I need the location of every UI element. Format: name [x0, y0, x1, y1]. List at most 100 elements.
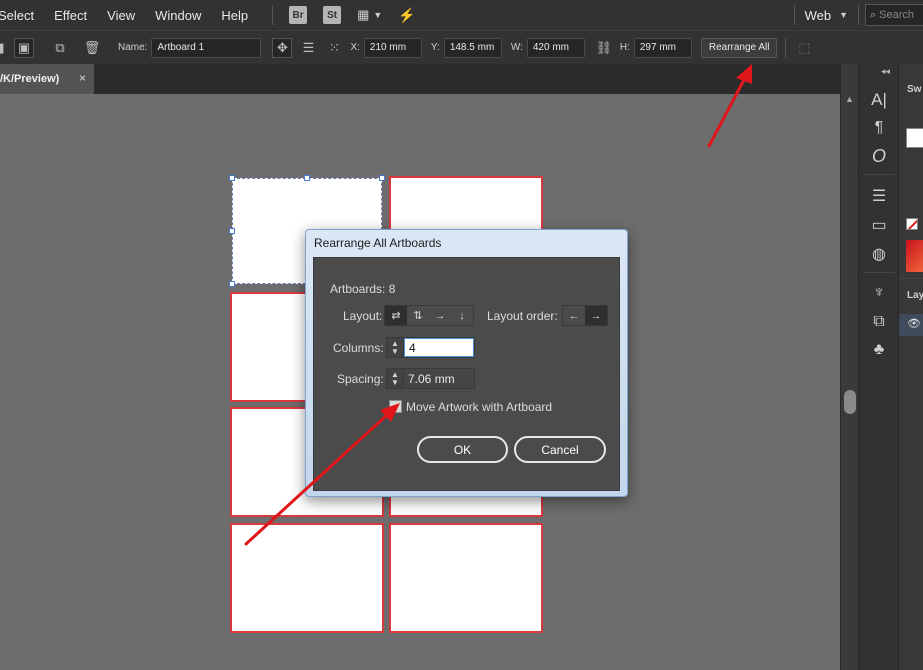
move-artwork-label[interactable]: Move Artwork with Artboard — [406, 400, 552, 414]
character-panel-icon[interactable]: A| — [867, 89, 891, 111]
grid-by-row-icon[interactable]: ⇄ — [385, 306, 407, 325]
stepper-arrows-icon[interactable]: ▲ ▼ — [387, 338, 404, 357]
ok-button[interactable]: OK — [417, 436, 508, 463]
selection-handle[interactable] — [229, 281, 235, 287]
layer-row[interactable]: 👁 — [899, 314, 923, 336]
grid-by-column-icon[interactable]: ⇅ — [407, 306, 429, 325]
swatches-tab[interactable]: Sw — [907, 84, 921, 95]
arrange-by-column-icon[interactable]: ↓ — [451, 306, 473, 325]
transparency-panel-icon[interactable]: ◍ — [867, 243, 891, 265]
artboard-name-field[interactable]: Artboard 1 — [151, 37, 262, 58]
selection-handle[interactable] — [229, 175, 235, 181]
selection-handle[interactable] — [304, 175, 310, 181]
name-label: Name: — [118, 42, 148, 53]
menu-separator — [793, 5, 795, 25]
control-separator — [785, 37, 787, 58]
opentype-panel-icon[interactable]: O — [867, 145, 891, 167]
document-tab[interactable]: /K/Preview) × — [0, 64, 94, 94]
artboard-8[interactable] — [389, 523, 543, 633]
control-bar: ▮ ▣ ⧉ 🗑 Name: Artboard 1 ✥ ☰ ⁙ X: 210 mm… — [0, 30, 923, 64]
y-field[interactable]: 148.5 mm — [443, 37, 502, 58]
menu-window[interactable]: Window — [155, 8, 201, 23]
gradient-swatch[interactable] — [906, 240, 923, 272]
artboard-preset-icon[interactable]: ▮ — [0, 38, 8, 58]
x-label: X: — [350, 42, 360, 53]
arrow-left-icon[interactable]: ← — [563, 306, 585, 325]
symbols-panel-icon[interactable]: ⧉ — [867, 311, 891, 333]
close-icon[interactable]: × — [79, 71, 86, 85]
menu-select[interactable]: Select — [0, 8, 34, 23]
panel-separator — [899, 278, 923, 279]
cancel-button[interactable]: Cancel — [514, 436, 606, 463]
search-icon: ⌕ — [870, 8, 877, 21]
columns-label: Columns: — [333, 341, 384, 355]
panel-separator — [863, 272, 895, 273]
search-input[interactable]: ⌕ Search — [865, 4, 923, 26]
columns-stepper[interactable]: ▲ ▼ 4 — [386, 337, 475, 358]
menu-effect[interactable]: Effect — [54, 8, 87, 23]
rearrange-all-button[interactable]: Rearrange All — [700, 37, 778, 58]
w-label: W: — [510, 42, 523, 53]
spacing-input[interactable]: 7.06 mm — [404, 369, 474, 388]
swatches-panel: Sw Lay 👁 — [898, 64, 923, 670]
menu-bar: Select Effect View Window Help Br St ▦ ▼… — [0, 0, 923, 30]
menu-view[interactable]: View — [107, 8, 135, 23]
layout-order-options: ← → — [562, 305, 608, 326]
columns-input[interactable]: 4 — [404, 338, 474, 357]
layers-tab[interactable]: Lay — [907, 290, 923, 301]
gradient-panel-icon[interactable]: ▭ — [867, 214, 891, 236]
spacing-stepper[interactable]: ▲ ▼ 7.06 mm — [386, 368, 475, 389]
y-label: Y: — [430, 42, 440, 53]
move-artwork-checkbox[interactable] — [389, 400, 402, 413]
menu-separator — [272, 5, 274, 25]
move-artwork-icon[interactable]: ✥ — [272, 37, 293, 58]
delete-artboard-icon[interactable]: 🗑 — [82, 38, 102, 58]
reference-point-icon[interactable]: ⁙ — [324, 38, 344, 58]
h-label: H: — [619, 42, 630, 53]
selection-handle[interactable] — [229, 228, 235, 234]
vertical-scrollbar[interactable]: ▲ — [840, 64, 858, 670]
w-field[interactable]: 420 mm — [526, 37, 585, 58]
none-swatch[interactable] — [906, 218, 918, 230]
artboard-options-icon[interactable]: ☰ — [298, 38, 318, 58]
stock-button[interactable]: St — [323, 6, 342, 24]
gpu-performance-icon[interactable]: ⚡ — [398, 7, 415, 24]
club-symbol-icon[interactable]: ♣ — [867, 339, 891, 361]
selection-handle[interactable] — [379, 175, 385, 181]
h-field[interactable]: 297 mm — [633, 37, 692, 58]
collapse-panels-icon[interactable]: ◂◂ — [881, 66, 890, 77]
scroll-up-icon[interactable]: ▲ — [845, 94, 854, 104]
panel-icon-column: ◂◂ A| ¶ O ☰ ▭ ◍ ♆ ⧉ ♣ — [858, 64, 898, 670]
paragraph-panel-icon[interactable]: ¶ — [867, 117, 891, 139]
stroke-panel-icon[interactable]: ☰ — [867, 185, 891, 207]
spacing-label: Spacing: — [337, 372, 384, 386]
artboard-dropdown-icon[interactable]: ⬚ — [794, 38, 814, 58]
workspace-switcher[interactable]: Web — [805, 8, 832, 23]
artboard-7[interactable] — [230, 523, 384, 633]
panel-separator — [863, 174, 895, 175]
stepper-arrows-icon[interactable]: ▲ ▼ — [387, 369, 404, 388]
chevron-down-icon[interactable]: ▼ — [839, 10, 848, 20]
dialog-title: Rearrange All Artboards — [314, 236, 442, 250]
menu-list: Select Effect View Window Help — [0, 8, 268, 23]
scrollbar-thumb[interactable] — [844, 390, 856, 414]
brushes-panel-icon[interactable]: ♆ — [867, 282, 891, 304]
chevron-down-icon[interactable]: ▼ — [373, 10, 382, 20]
menu-right: Web ▼ ⌕ Search — [793, 0, 923, 30]
new-artboard-icon[interactable]: ⧉ — [50, 38, 70, 58]
rearrange-artboards-dialog: Rearrange All Artboards Artboards: 8 Lay… — [305, 229, 628, 497]
constrain-proportions-icon[interactable]: ⛓ — [594, 38, 614, 58]
search-placeholder: Search — [879, 9, 915, 21]
fill-swatch[interactable] — [906, 128, 923, 148]
x-field[interactable]: 210 mm — [363, 37, 422, 58]
bridge-button[interactable]: Br — [289, 6, 308, 24]
arrow-right-icon[interactable]: → — [585, 306, 607, 325]
layout-options: ⇄ ⇅ → ↓ — [384, 305, 474, 326]
eye-icon[interactable]: 👁 — [907, 317, 921, 330]
layout-label: Layout: — [343, 309, 383, 323]
arrange-documents-icon[interactable]: ▦ — [357, 7, 369, 23]
arrange-by-row-icon[interactable]: → — [429, 306, 451, 325]
artboard-orientation-icon[interactable]: ▣ — [14, 37, 34, 58]
dialog-body: Artboards: 8 Layout: ⇄ ⇅ → ↓ Layout orde… — [313, 257, 620, 491]
menu-help[interactable]: Help — [221, 8, 248, 23]
